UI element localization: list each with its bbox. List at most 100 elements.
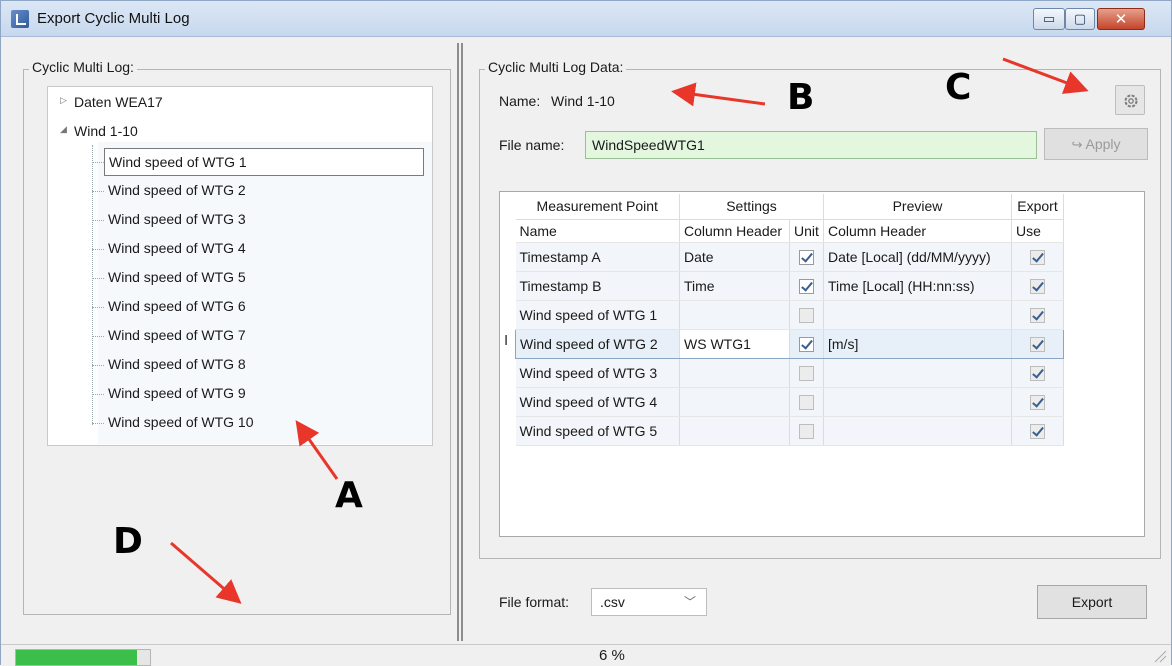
tree-item-label: Wind speed of WTG 9	[108, 385, 246, 401]
cell-column-header[interactable]	[679, 358, 790, 388]
cyclic-multi-log-data-group-title: Cyclic Multi Log Data:	[485, 59, 627, 75]
use-checkbox[interactable]	[1030, 423, 1045, 439]
file-name-input[interactable]: WindSpeedWTG1	[585, 131, 1037, 159]
apply-button[interactable]: ↪ Apply	[1044, 128, 1148, 160]
collapse-arrow-icon[interactable]: ◢	[60, 124, 70, 135]
expand-arrow-icon[interactable]: ▷	[60, 95, 70, 106]
export-dialog: Export Cyclic Multi Log ▭ ▢ ✕ Cyclic Mul…	[0, 0, 1172, 666]
tree-item-wtg-4[interactable]: Wind speed of WTG 4	[104, 235, 424, 263]
settings-button[interactable]	[1115, 85, 1145, 115]
use-checkbox[interactable]	[1030, 307, 1045, 323]
table-row-selected[interactable]: Wind speed of WTG 2 WS WTG1 [m/s]	[515, 328, 1064, 359]
title-bar[interactable]: Export Cyclic Multi Log ▭ ▢ ✕	[1, 1, 1171, 37]
group-header-settings: Settings	[679, 194, 824, 220]
file-format-select[interactable]: .csv ﹀	[591, 588, 707, 616]
progress-percent: 6 %	[599, 647, 625, 664]
table-row[interactable]: Wind speed of WTG 3	[515, 358, 1064, 388]
tree-item-label: Wind speed of WTG 3	[108, 211, 246, 227]
panel-splitter[interactable]	[457, 43, 463, 641]
grid-group-header-row: Measurement Point Settings Preview Expor…	[515, 194, 1064, 220]
unit-checkbox[interactable]	[799, 365, 814, 381]
cyclic-multi-log-tree[interactable]: ▷ Daten WEA17 ◢ Wind 1-10 Wind speed of …	[47, 86, 433, 446]
tree-connector	[92, 307, 104, 308]
tree-item-label: Wind speed of WTG 2	[108, 182, 246, 198]
column-header-unit[interactable]: Unit	[789, 219, 824, 243]
cell-preview	[823, 300, 1012, 330]
window-title: Export Cyclic Multi Log	[37, 10, 190, 27]
maximize-icon: ▢	[1073, 11, 1087, 26]
tree-node-wind-1-10[interactable]: Wind 1-10	[74, 118, 138, 144]
chevron-down-icon: ﹀	[683, 595, 696, 609]
cell-name: Timestamp A	[515, 242, 680, 272]
tree-item-wtg-5[interactable]: Wind speed of WTG 5	[104, 264, 424, 292]
cell-column-header[interactable]	[679, 416, 790, 446]
tree-item-wtg-2[interactable]: Wind speed of WTG 2	[104, 177, 424, 205]
cell-preview	[823, 358, 1012, 388]
export-button[interactable]: Export	[1037, 585, 1147, 619]
use-checkbox[interactable]	[1030, 278, 1045, 294]
tree-connector	[92, 145, 93, 425]
cyclic-multi-log-group-title: Cyclic Multi Log:	[29, 59, 137, 75]
maximize-button[interactable]: ▢	[1065, 8, 1095, 30]
cell-column-header[interactable]: Date	[679, 242, 790, 272]
file-format-label: File format:	[499, 594, 570, 610]
apply-button-label: Apply	[1085, 136, 1121, 152]
use-checkbox[interactable]	[1030, 394, 1045, 410]
resize-grip-icon[interactable]	[1151, 649, 1167, 663]
tree-connector	[92, 278, 104, 279]
cell-preview	[823, 416, 1012, 446]
tree-node-daten-wea17[interactable]: Daten WEA17	[74, 89, 163, 115]
cell-column-header[interactable]: WS WTG1	[679, 328, 790, 359]
tree-item-label: Wind speed of WTG 4	[108, 240, 246, 256]
column-header-use[interactable]: Use	[1011, 219, 1064, 243]
annotation-letter-d: D	[113, 521, 143, 562]
tree-item-wtg-3[interactable]: Wind speed of WTG 3	[104, 206, 424, 234]
export-progress-fill	[16, 650, 137, 665]
tree-item-label: Wind speed of WTG 6	[108, 298, 246, 314]
file-name-label: File name:	[499, 137, 565, 153]
annotation-letter-c: C	[945, 67, 972, 108]
cell-name: Timestamp B	[515, 271, 680, 301]
tree-connector	[92, 365, 104, 366]
table-row[interactable]: Wind speed of WTG 5	[515, 416, 1064, 446]
tree-item-wtg-10[interactable]: Wind speed of WTG 10	[104, 409, 424, 437]
unit-checkbox[interactable]	[799, 249, 814, 265]
tree-connector	[92, 423, 104, 424]
column-header-name[interactable]: Name	[515, 219, 680, 243]
tree-connector	[92, 249, 104, 250]
minimize-button[interactable]: ▭	[1033, 8, 1065, 30]
tree-item-wtg-8[interactable]: Wind speed of WTG 8	[104, 351, 424, 379]
table-row[interactable]: Timestamp B Time Time [Local] (HH:nn:ss)	[515, 271, 1064, 301]
measurement-grid[interactable]: Measurement Point Settings Preview Expor…	[515, 194, 1064, 446]
tree-item-wtg-6[interactable]: Wind speed of WTG 6	[104, 293, 424, 321]
cell-column-header[interactable]	[679, 387, 790, 417]
cell-name: Wind speed of WTG 3	[515, 358, 680, 388]
unit-checkbox[interactable]	[799, 423, 814, 439]
name-value: Wind 1-10	[551, 93, 615, 109]
table-row[interactable]: Timestamp A Date Date [Local] (dd/MM/yyy…	[515, 242, 1064, 272]
cell-name: Wind speed of WTG 2	[515, 328, 680, 359]
use-checkbox[interactable]	[1030, 249, 1045, 265]
tree-item-wtg-7[interactable]: Wind speed of WTG 7	[104, 322, 424, 350]
tree-item-wtg-9[interactable]: Wind speed of WTG 9	[104, 380, 424, 408]
unit-checkbox[interactable]	[799, 278, 814, 294]
table-row[interactable]: Wind speed of WTG 1	[515, 300, 1064, 330]
use-checkbox[interactable]	[1030, 365, 1045, 381]
cell-column-header[interactable]: Time	[679, 271, 790, 301]
unit-checkbox[interactable]	[799, 394, 814, 410]
column-header-preview[interactable]: Column Header	[823, 219, 1012, 243]
tree-item-wtg-1[interactable]: Wind speed of WTG 1	[104, 148, 424, 176]
unit-checkbox[interactable]	[799, 307, 814, 323]
column-header-column-header[interactable]: Column Header	[679, 219, 790, 243]
tree-connector	[92, 162, 104, 163]
name-label: Name:	[499, 93, 541, 109]
cell-name: Wind speed of WTG 4	[515, 387, 680, 417]
close-button[interactable]: ✕	[1097, 8, 1145, 30]
tree-connector	[92, 191, 104, 192]
annotation-letter-a: A	[335, 475, 363, 516]
cell-column-header[interactable]	[679, 300, 790, 330]
tree-node-label: Daten WEA17	[74, 94, 163, 110]
use-checkbox[interactable]	[1030, 336, 1045, 352]
table-row[interactable]: Wind speed of WTG 4	[515, 387, 1064, 417]
unit-checkbox[interactable]	[799, 336, 814, 352]
